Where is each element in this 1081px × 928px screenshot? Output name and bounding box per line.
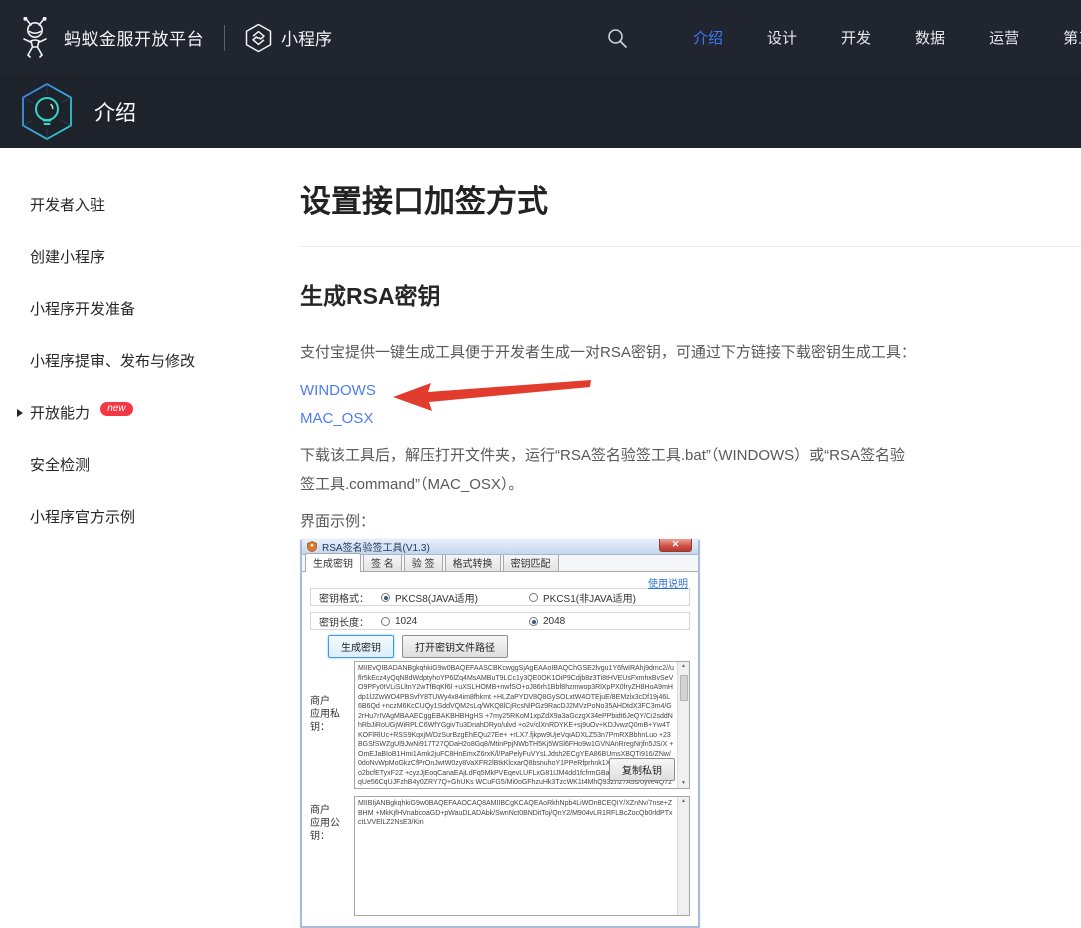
private-key-label: 商户 应用私钥：	[310, 661, 354, 789]
brand[interactable]: 蚂蚁金服开放平台	[18, 17, 204, 59]
private-key-row: 商户 应用私钥： MIIEvQIBADANBgkqhkiG9w0BAQEFAAS…	[310, 661, 690, 789]
windows-download-link[interactable]: WINDOWS	[300, 377, 1081, 405]
radio-unselected-icon[interactable]	[529, 593, 538, 602]
public-key-label: 商户 应用公钥：	[310, 796, 354, 916]
ant-logo-icon	[18, 17, 54, 59]
radio-unselected-icon[interactable]	[381, 617, 390, 626]
lightbulb-hexagon-icon	[18, 81, 76, 143]
radio-2048[interactable]: 2048	[529, 616, 565, 627]
tab-sign[interactable]: 签 名	[363, 553, 402, 571]
miniprogram-hexagon-icon	[245, 23, 272, 53]
example-label: 界面示例：	[300, 511, 1081, 533]
key-format-label: 密钥格式：	[319, 590, 381, 605]
sidebar-item-dev-preparation[interactable]: 小程序开发准备	[30, 300, 290, 320]
copy-private-key-button[interactable]: 复制私钥	[609, 758, 675, 781]
close-icon[interactable]: ✕	[659, 539, 692, 552]
key-format-row: 密钥格式： PKCS8(JAVA适用) PKCS1(非JAVA适用)	[310, 588, 690, 606]
tool-titlebar: RSA签名验签工具(V1.3) ✕	[302, 539, 698, 555]
sidebar-item-open-capability[interactable]: 开放能力 new	[30, 404, 290, 424]
brand-separator	[224, 25, 225, 51]
intro-paragraph: 支付宝提供一键生成工具便于开发者生成一对RSA密钥，可通过下方链接下载密钥生成工…	[300, 341, 1081, 365]
tab-generate-key[interactable]: 生成密钥	[305, 553, 361, 572]
open-key-path-button[interactable]: 打开密钥文件路径	[402, 635, 508, 658]
nav-item-data[interactable]: 数据	[915, 27, 945, 48]
radio-pkcs1[interactable]: PKCS1(非JAVA适用)	[529, 590, 636, 605]
new-badge: new	[100, 402, 132, 416]
public-key-scrollbar[interactable]: ▲	[677, 797, 689, 915]
nav-item-develop[interactable]: 开发	[841, 27, 871, 48]
nav-item-thirdparty[interactable]: 第三方服务	[1063, 27, 1081, 48]
top-navbar: 蚂蚁金服开放平台 小程序 介绍 设计 开发 数据 运营 第三方服务	[0, 0, 1081, 75]
public-key-value: MIIBIjANBgkqhkiG9w0BAQEFAAOCAQ8AMIIBCgKC…	[355, 797, 689, 830]
private-key-textarea[interactable]: MIIEvQIBADANBgkqhkiG9w0BAQEFAASCBKcwggSj…	[354, 661, 690, 789]
divider	[300, 246, 1081, 247]
tab-format-convert[interactable]: 格式转换	[445, 553, 501, 571]
page-banner: 介绍	[0, 75, 1081, 148]
sidebar: 开发者入驻 创建小程序 小程序开发准备 小程序提审、发布与修改 开放能力 new…	[0, 148, 290, 808]
scroll-down-icon[interactable]: ▼	[681, 779, 686, 788]
tab-verify[interactable]: 验 签	[404, 553, 443, 571]
usage-instructions-link[interactable]: 使用说明	[648, 579, 688, 590]
section-title: 生成RSA密钥	[300, 281, 1081, 311]
sidebar-item-security-check[interactable]: 安全检测	[30, 456, 290, 476]
tool-title: RSA签名验签工具(V1.3)	[322, 539, 430, 554]
key-length-label: 密钥长度：	[319, 614, 381, 629]
tool-body: 使用说明 密钥格式： PKCS8(JAVA适用) PKCS1(非JAVA适用) …	[302, 572, 698, 926]
sidebar-item-developer-onboarding[interactable]: 开发者入驻	[30, 196, 290, 216]
nav-item-intro[interactable]: 介绍	[693, 27, 723, 48]
radio-selected-icon[interactable]	[381, 593, 390, 602]
search-icon[interactable]	[605, 26, 629, 50]
scroll-up-icon[interactable]: ▲	[681, 797, 686, 806]
public-key-textarea[interactable]: MIIBIjANBgkqhkiG9w0BAQEFAAOCAQ8AMIIBCgKC…	[354, 796, 690, 916]
usage-paragraph: 下载该工具后，解压打开文件夹，运行“RSA签名验签工具.bat”（WINDOWS…	[300, 441, 916, 499]
tab-key-match[interactable]: 密钥匹配	[503, 553, 559, 571]
sidebar-item-review-publish[interactable]: 小程序提审、发布与修改	[30, 352, 290, 372]
nav-item-design[interactable]: 设计	[767, 27, 797, 48]
radio-selected-icon[interactable]	[529, 617, 538, 626]
tool-tabstrip: 生成密钥 签 名 验 签 格式转换 密钥匹配	[302, 555, 698, 572]
download-links: WINDOWS MAC_OSX	[300, 377, 1081, 433]
rsa-tool-window-screenshot: RSA签名验签工具(V1.3) ✕ 生成密钥 签 名 验 签 格式转换 密钥匹配…	[300, 539, 700, 928]
brand-title: 蚂蚁金服开放平台	[64, 25, 204, 50]
scroll-up-icon[interactable]: ▲	[681, 662, 686, 671]
product[interactable]: 小程序	[245, 23, 332, 53]
page-title: 设置接口加签方式	[300, 182, 1081, 222]
sidebar-item-create-miniprogram[interactable]: 创建小程序	[30, 248, 290, 268]
generate-key-button[interactable]: 生成密钥	[328, 635, 394, 658]
top-navigation: 介绍 设计 开发 数据 运营 第三方服务	[605, 0, 1081, 75]
nav-item-operation[interactable]: 运营	[989, 27, 1019, 48]
expand-arrow-icon[interactable]	[17, 409, 23, 417]
private-key-scrollbar[interactable]: ▲ ▼	[677, 662, 689, 788]
banner-title: 介绍	[94, 97, 136, 127]
tool-app-icon	[307, 541, 317, 552]
main-content: 设置接口加签方式 生成RSA密钥 支付宝提供一键生成工具便于开发者生成一对RSA…	[300, 148, 1081, 928]
macosx-download-link[interactable]: MAC_OSX	[300, 405, 1081, 433]
public-key-row: 商户 应用公钥： MIIBIjANBgkqhkiG9w0BAQEFAAOCAQ8…	[310, 796, 690, 916]
radio-1024[interactable]: 1024	[381, 616, 529, 627]
sidebar-item-official-examples[interactable]: 小程序官方示例	[30, 508, 290, 528]
radio-pkcs8[interactable]: PKCS8(JAVA适用)	[381, 590, 529, 605]
product-title: 小程序	[281, 25, 332, 50]
scroll-thumb[interactable]	[680, 675, 688, 701]
key-length-row: 密钥长度： 1024 2048	[310, 612, 690, 630]
